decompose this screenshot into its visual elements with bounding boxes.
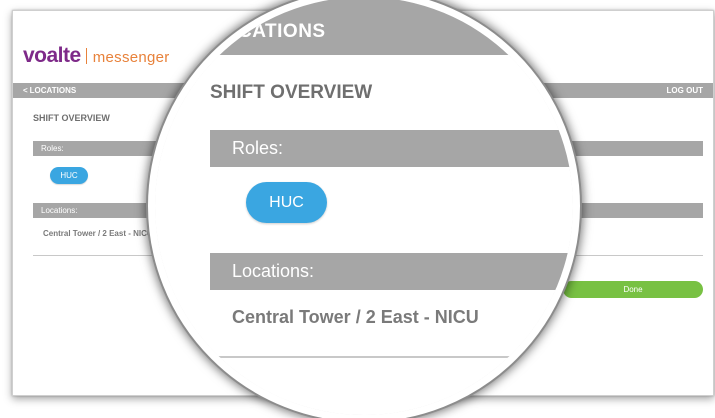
page-title: SHIFT OVERVIEW — [33, 113, 110, 123]
logout-link[interactable]: LOG OUT — [667, 83, 703, 98]
magnified-page-title: SHIFT OVERVIEW — [210, 82, 373, 103]
logo-wordmark: voalte — [23, 44, 81, 67]
screenshot-stage: voalte messenger < LOCATIONS LOG OUT SHI… — [0, 0, 715, 418]
done-button[interactable]: Done — [563, 281, 703, 298]
voalte-logo: voalte messenger — [23, 44, 170, 68]
magnified-role-badge-huc: HUC — [246, 182, 327, 223]
magnified-roles-header: Roles: — [210, 130, 573, 167]
back-to-locations-link[interactable]: < LOCATIONS — [23, 83, 76, 98]
magnified-location-item: Central Tower / 2 East - NICU — [232, 307, 479, 327]
magnifier-lens: CATIONS SHIFT OVERVIEW Roles: HUC Locati… — [148, 0, 580, 418]
magnified-content: CATIONS SHIFT OVERVIEW Roles: HUC Locati… — [155, 0, 573, 415]
chevron-left-icon: < — [23, 86, 28, 95]
magnified-nav-bar: CATIONS — [155, 0, 573, 55]
role-badge-huc[interactable]: HUC — [50, 167, 88, 184]
back-link-label: LOCATIONS — [29, 86, 77, 95]
magnified-locations-header: Locations: — [210, 253, 573, 290]
magnified-nav-label: CATIONS — [238, 21, 326, 42]
logo-divider — [85, 48, 87, 64]
location-item: Central Tower / 2 East - NICU — [43, 229, 153, 238]
magnified-divider — [210, 356, 573, 358]
